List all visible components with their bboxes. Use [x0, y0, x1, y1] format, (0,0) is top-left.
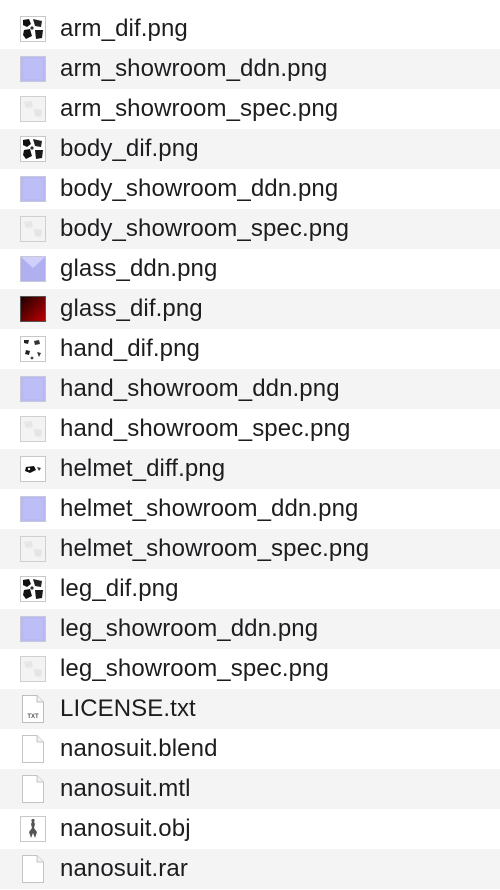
- image-specular-thumbnail-icon: [19, 214, 47, 244]
- file-row[interactable]: body_showroom_ddn.png: [0, 169, 500, 209]
- file-name: nanosuit.mtl: [60, 775, 191, 802]
- file-row[interactable]: glass_dif.png: [0, 289, 500, 329]
- file-row[interactable]: arm_dif.png: [0, 9, 500, 49]
- blank-document-icon: [19, 854, 47, 884]
- image-specular-thumbnail-icon: [19, 534, 47, 564]
- file-name: nanosuit.obj: [60, 815, 191, 842]
- file-name: hand_showroom_spec.png: [60, 415, 351, 442]
- image-diffuse-thumbnail-icon: [19, 574, 47, 604]
- image-normal-map-thumbnail-icon: [19, 254, 47, 284]
- file-row[interactable]: helmet_diff.png: [0, 449, 500, 489]
- file-row[interactable]: leg_showroom_ddn.png: [0, 609, 500, 649]
- file-name: body_dif.png: [60, 135, 199, 162]
- file-list: arm_dif.png arm_showroom_ddn.png arm_showr…: [0, 9, 500, 889]
- image-normal-map-thumbnail-icon: [19, 174, 47, 204]
- file-name: arm_showroom_ddn.png: [60, 55, 328, 82]
- image-normal-map-thumbnail-icon: [19, 494, 47, 524]
- file-name: leg_showroom_ddn.png: [60, 615, 319, 642]
- image-specular-thumbnail-icon: [19, 94, 47, 124]
- file-name: helmet_showroom_spec.png: [60, 535, 370, 562]
- file-name: glass_dif.png: [60, 295, 203, 322]
- file-name: hand_dif.png: [60, 335, 200, 362]
- file-row[interactable]: leg_showroom_spec.png: [0, 649, 500, 689]
- file-name: body_showroom_ddn.png: [60, 175, 339, 202]
- image-normal-map-thumbnail-icon: [19, 54, 47, 84]
- file-name: helmet_showroom_ddn.png: [60, 495, 359, 522]
- file-name: leg_dif.png: [60, 575, 179, 602]
- file-name: arm_dif.png: [60, 15, 188, 42]
- file-row[interactable]: arm_showroom_spec.png: [0, 89, 500, 129]
- image-glass-diffuse-thumbnail-icon: [19, 294, 47, 324]
- file-row[interactable]: leg_dif.png: [0, 569, 500, 609]
- file-row[interactable]: body_dif.png: [0, 129, 500, 169]
- image-normal-map-thumbnail-icon: [19, 374, 47, 404]
- 3d-model-document-icon: [19, 814, 47, 844]
- file-row[interactable]: body_showroom_spec.png: [0, 209, 500, 249]
- file-row[interactable]: glass_ddn.png: [0, 249, 500, 289]
- file-name: arm_showroom_spec.png: [60, 95, 339, 122]
- file-name: helmet_diff.png: [60, 455, 226, 482]
- image-diffuse-thumbnail-icon: [19, 454, 47, 484]
- file-name: glass_ddn.png: [60, 255, 218, 282]
- file-row[interactable]: hand_showroom_spec.png: [0, 409, 500, 449]
- svg-text:TXT: TXT: [27, 714, 39, 720]
- image-normal-map-thumbnail-icon: [19, 614, 47, 644]
- blank-document-icon: [19, 774, 47, 804]
- file-row[interactable]: hand_dif.png: [0, 329, 500, 369]
- text-document-icon: TXT: [19, 694, 47, 724]
- file-name: leg_showroom_spec.png: [60, 655, 329, 682]
- file-name: nanosuit.rar: [60, 855, 188, 882]
- file-row[interactable]: helmet_showroom_ddn.png: [0, 489, 500, 529]
- file-row[interactable]: TXT LICENSE.txt: [0, 689, 500, 729]
- image-specular-thumbnail-icon: [19, 414, 47, 444]
- file-row[interactable]: nanosuit.blend: [0, 729, 500, 769]
- file-row[interactable]: hand_showroom_ddn.png: [0, 369, 500, 409]
- file-name: LICENSE.txt: [60, 695, 196, 722]
- image-diffuse-thumbnail-icon: [19, 14, 47, 44]
- file-row[interactable]: nanosuit.rar: [0, 849, 500, 889]
- image-diffuse-thumbnail-icon: [19, 334, 47, 364]
- file-row[interactable]: nanosuit.mtl: [0, 769, 500, 809]
- file-name: nanosuit.blend: [60, 735, 218, 762]
- file-row[interactable]: nanosuit.obj: [0, 809, 500, 849]
- file-row[interactable]: arm_showroom_ddn.png: [0, 49, 500, 89]
- file-name: body_showroom_spec.png: [60, 215, 350, 242]
- file-row[interactable]: helmet_showroom_spec.png: [0, 529, 500, 569]
- blank-document-icon: [19, 734, 47, 764]
- file-name: hand_showroom_ddn.png: [60, 375, 340, 402]
- image-diffuse-thumbnail-icon: [19, 134, 47, 164]
- image-specular-thumbnail-icon: [19, 654, 47, 684]
